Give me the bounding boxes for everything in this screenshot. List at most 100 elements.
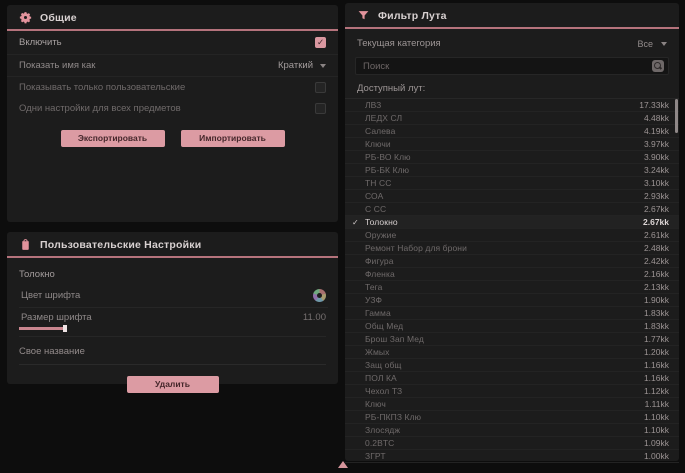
item-value: 17.33kk	[639, 100, 669, 110]
item-value: 1.16kk	[644, 360, 669, 370]
item-value: 2.61kk	[644, 230, 669, 240]
item-value: 1.77kk	[644, 334, 669, 344]
item-name: Защ общ	[365, 360, 644, 370]
search-input[interactable]: Поиск	[355, 57, 669, 75]
list-item[interactable]: ЛВЗ 17.33kk	[345, 99, 679, 112]
list-item[interactable]: Брош Зап Мед 1.77kk	[345, 333, 679, 346]
item-value: 1.12kk	[644, 386, 669, 396]
list-item[interactable]: СОА 2.93kk	[345, 190, 679, 203]
item-name: Фленка	[365, 269, 644, 279]
enable-label: Включить	[19, 37, 62, 48]
custom-settings-panel: Пользовательские Настройки Толокно Цвет …	[7, 232, 338, 384]
list-item[interactable]: ТН СС 3.10kk	[345, 177, 679, 190]
list-item[interactable]: Ключи 3.97kk	[345, 138, 679, 151]
item-name: Фигура	[365, 256, 644, 266]
item-value: 1.11kk	[645, 399, 669, 409]
list-item[interactable]: ПОЛ КА 1.16kk	[345, 372, 679, 385]
filter-panel-header: Фильтр Лута	[345, 3, 679, 29]
item-value: 1.83kk	[644, 308, 669, 318]
custom-name-label: Свое название	[19, 346, 85, 357]
list-item[interactable]: УЗФ 1.90kk	[345, 294, 679, 307]
list-item[interactable]: Фигура 2.42kk	[345, 255, 679, 268]
item-value: 3.24kk	[644, 165, 669, 175]
item-name: Салева	[365, 126, 644, 136]
list-item[interactable]: Гамма 1.83kk	[345, 307, 679, 320]
custom-name-field[interactable]: Свое название	[19, 343, 326, 365]
item-value: 1.10kk	[644, 425, 669, 435]
list-item[interactable]: 0.2BTC 1.09kk	[345, 437, 679, 450]
list-item[interactable]: Тега 2.13kk	[345, 281, 679, 294]
setting-row-only-custom: Показывать только пользовательские	[7, 77, 338, 98]
item-name: ЛВЗ	[365, 100, 639, 110]
search-icon[interactable]	[652, 60, 664, 72]
export-button[interactable]: Экспортировать	[61, 130, 165, 147]
list-item[interactable]: РБ-БК Клю 3.24kk	[345, 164, 679, 177]
loot-filter-panel: Фильтр Лута Текущая категория Все Поиск …	[345, 3, 679, 461]
check-icon: ✓	[352, 218, 365, 227]
item-value: 2.67kk	[643, 217, 669, 227]
item-name: ПОЛ КА	[365, 373, 644, 383]
font-size-value: 11.00	[303, 312, 326, 323]
list-item[interactable]: Оружие 2.61kk	[345, 229, 679, 242]
funnel-icon	[357, 9, 370, 22]
list-item[interactable]: Ключ 1.11kk	[345, 398, 679, 411]
same-settings-checkbox[interactable]	[315, 103, 326, 114]
list-item[interactable]: ЗГРТ 1.00kk	[345, 450, 679, 463]
font-size-label: Размер шрифта	[21, 312, 92, 323]
item-name: Оружие	[365, 230, 644, 240]
list-item[interactable]: Общ Мед 1.83kk	[345, 320, 679, 333]
item-value: 1.10kk	[644, 412, 669, 422]
item-name: СОА	[365, 191, 644, 201]
chevron-down-icon	[320, 64, 326, 68]
delete-button[interactable]: Удалить	[127, 376, 219, 393]
backpack-icon	[19, 238, 32, 251]
collapse-arrow-icon[interactable]	[338, 461, 348, 468]
item-name: С СС	[365, 204, 644, 214]
scrollbar[interactable]	[675, 99, 678, 133]
custom-panel-header: Пользовательские Настройки	[7, 232, 338, 258]
item-name: ТН СС	[365, 178, 644, 188]
same-settings-label: Одни настройки для всех предметов	[19, 103, 181, 114]
font-size-slider-fill	[19, 327, 65, 330]
list-item[interactable]: Жмых 1.20kk	[345, 346, 679, 359]
list-item[interactable]: С СС 2.67kk	[345, 203, 679, 216]
item-name: 0.2BTC	[365, 438, 644, 448]
item-value: 1.20kk	[644, 347, 669, 357]
list-item[interactable]: ✓ Толокно 2.67kk	[345, 216, 679, 229]
item-value: 2.67kk	[644, 204, 669, 214]
item-name: РБ-БК Клю	[365, 165, 644, 175]
item-name: Ключи	[365, 139, 644, 149]
font-size-slider[interactable]	[19, 327, 326, 337]
list-item[interactable]: Защ общ 1.16kk	[345, 359, 679, 372]
item-name: Жмых	[365, 347, 644, 357]
list-item[interactable]: Ремонт Набор для брони 2.48kk	[345, 242, 679, 255]
available-loot-label: Доступный лут:	[345, 82, 679, 98]
item-name: Ключ	[365, 399, 645, 409]
item-name: РБ-ПКПЗ Клю	[365, 412, 644, 422]
import-button[interactable]: Импортировать	[181, 130, 285, 147]
item-name: Брош Зап Мед	[365, 334, 644, 344]
item-value: 2.42kk	[644, 256, 669, 266]
only-custom-checkbox[interactable]	[315, 82, 326, 93]
item-value: 1.00kk	[644, 451, 669, 461]
list-item[interactable]: Фленка 2.16kk	[345, 268, 679, 281]
list-item[interactable]: Чехол ТЗ 1.12kk	[345, 385, 679, 398]
list-item[interactable]: РБ-ПКПЗ Клю 1.10kk	[345, 411, 679, 424]
item-name: УЗФ	[365, 295, 644, 305]
list-item[interactable]: РБ-ВО Клю 3.90kk	[345, 151, 679, 164]
list-item[interactable]: ЛЕДХ СЛ 4.48kk	[345, 112, 679, 125]
item-value: 4.19kk	[644, 126, 669, 136]
setting-row-enable: Включить	[7, 31, 338, 55]
item-value: 2.13kk	[644, 282, 669, 292]
color-palette-icon[interactable]	[313, 289, 326, 302]
item-name: Злосядж	[365, 425, 644, 435]
name-mode-select[interactable]: Краткий	[278, 60, 326, 71]
item-value: 2.93kk	[644, 191, 669, 201]
search-placeholder: Поиск	[363, 61, 389, 72]
list-item[interactable]: Злосядж 1.10kk	[345, 424, 679, 437]
list-item[interactable]: Салева 4.19kk	[345, 125, 679, 138]
category-select[interactable]: Все	[637, 39, 667, 49]
item-name: ЗГРТ	[365, 451, 644, 461]
enable-checkbox[interactable]	[315, 37, 326, 48]
gear-icon	[19, 11, 32, 24]
